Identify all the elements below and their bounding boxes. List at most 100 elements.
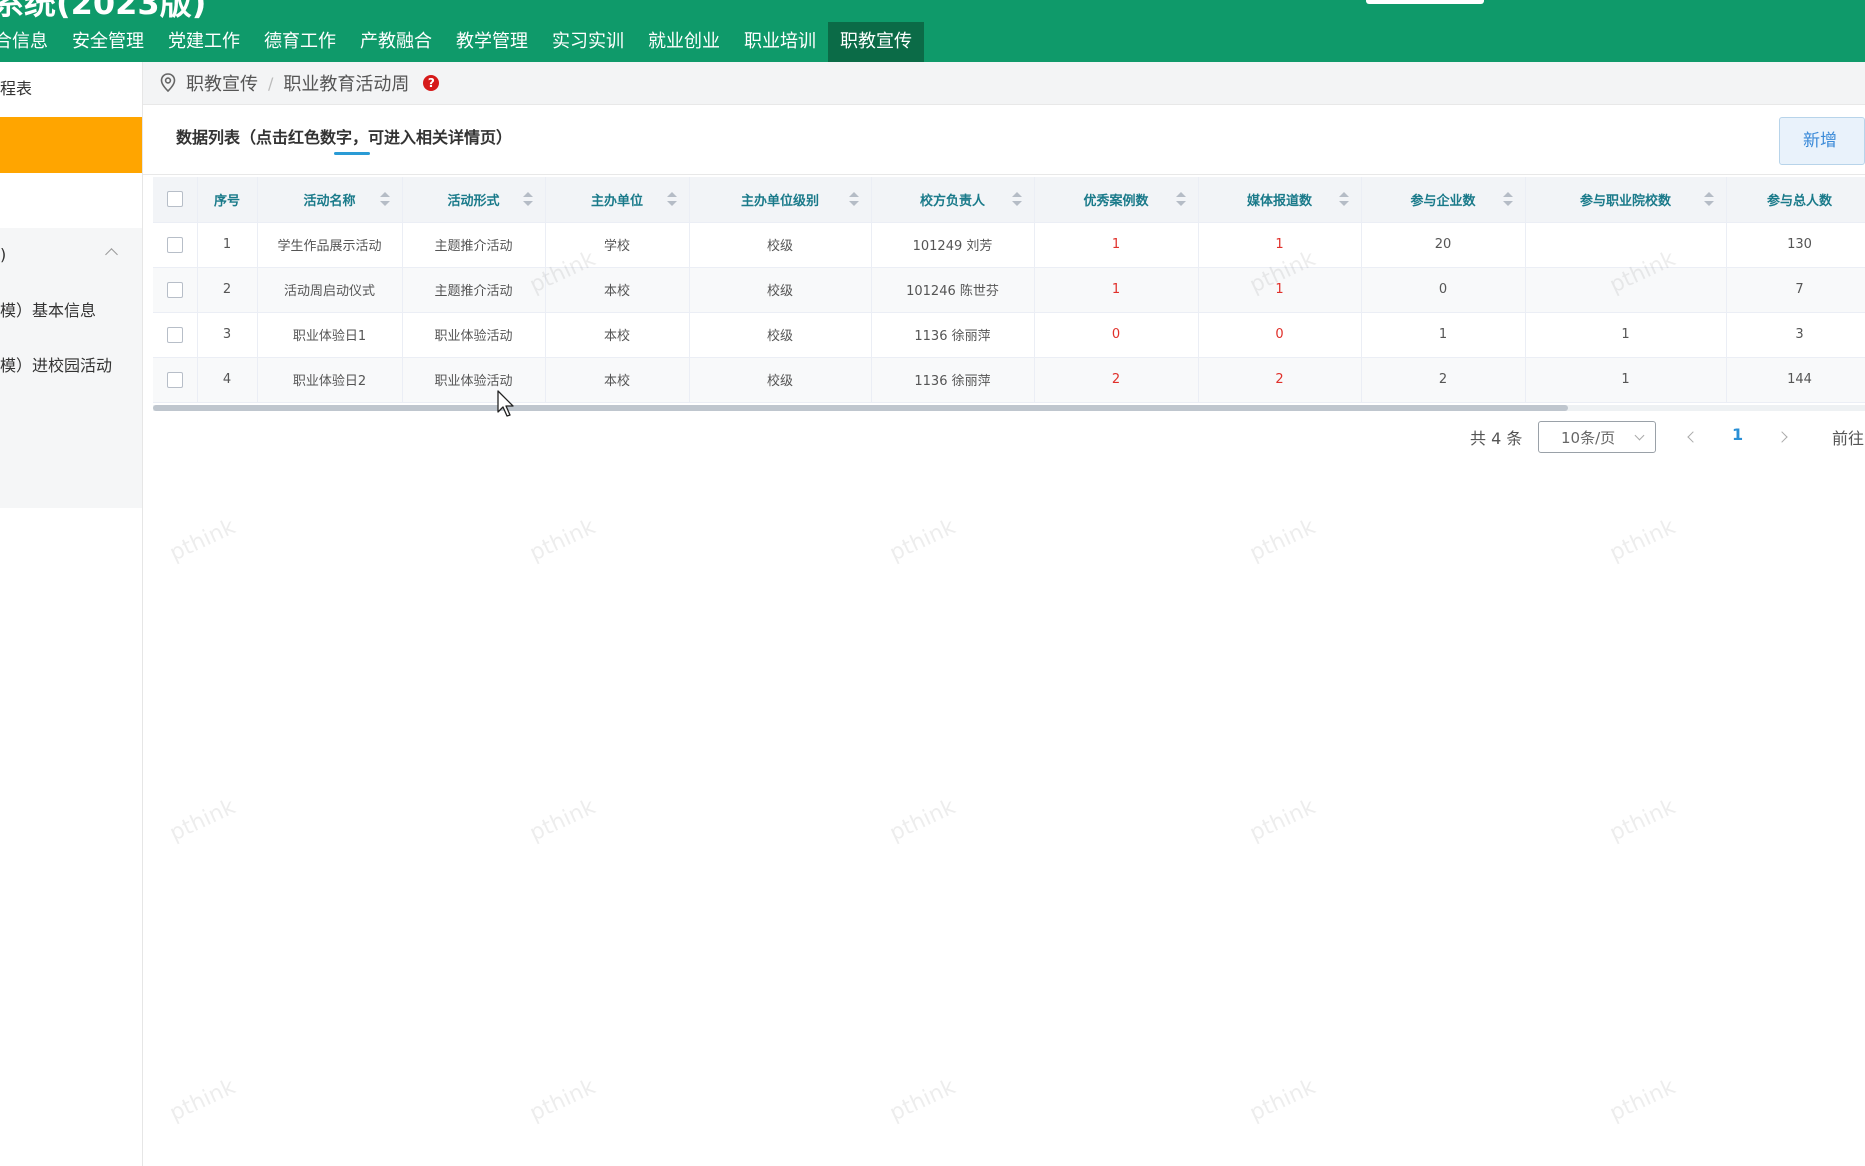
sort-icon[interactable] xyxy=(1011,192,1022,207)
column-header-schools[interactable]: 参与职业院校数 xyxy=(1525,177,1727,223)
sort-icon[interactable] xyxy=(666,192,677,207)
sort-icon[interactable] xyxy=(1175,192,1186,207)
cell-name: 活动周启动仪式 xyxy=(257,267,403,313)
table-row: 2 活动周启动仪式 主题推介活动 本校 校级 101246 陈世芬 1 1 0 … xyxy=(153,267,1865,313)
nav-item-industry[interactable]: 产教融合 xyxy=(348,22,444,62)
column-header-total[interactable]: 参与总人数 xyxy=(1726,177,1865,223)
cell-name: 学生作品展示活动 xyxy=(257,222,403,268)
cell-leader: 101246 陈世芬 xyxy=(871,267,1035,313)
cell-schools: 1 xyxy=(1525,357,1727,403)
column-header-media[interactable]: 媒体报道数 xyxy=(1198,177,1362,223)
breadcrumb-item-activity-week: 职业教育活动周 xyxy=(283,74,410,95)
sidebar: 程表 ) 模）基本信息 模）进校园活动 xyxy=(0,62,143,1166)
row-select[interactable] xyxy=(153,357,198,403)
location-pin-icon xyxy=(160,73,176,93)
row-select[interactable] xyxy=(153,312,198,358)
sort-icon[interactable] xyxy=(379,192,390,207)
cell-form: 主题推介活动 xyxy=(402,267,546,313)
main-nav: 合信息 安全管理 党建工作 德育工作 产教融合 教学管理 实习实训 就业创业 职… xyxy=(0,22,924,62)
row-checkbox[interactable] xyxy=(166,326,183,343)
cell-schools: 1 xyxy=(1525,312,1727,358)
header-select-all[interactable] xyxy=(153,177,198,223)
breadcrumb-item-promotion[interactable]: 职教宣传 xyxy=(186,70,258,96)
cell-media-link[interactable]: 2 xyxy=(1198,357,1362,403)
horizontal-scrollbar-thumb[interactable] xyxy=(153,405,1568,411)
column-header-no: 序号 xyxy=(197,177,258,223)
nav-item-integrated-info[interactable]: 合信息 xyxy=(0,22,60,62)
select-all-checkbox[interactable] xyxy=(166,191,183,208)
cell-cases-link[interactable]: 1 xyxy=(1034,222,1199,268)
watermark: pthink xyxy=(1245,794,1320,847)
data-table: 序号 活动名称 活动形式 主办单位 主办单位级别 校方负责人 优秀案例数 媒体报… xyxy=(153,177,1865,403)
column-header-label: 主办单位级别 xyxy=(740,193,819,209)
row-checkbox[interactable] xyxy=(166,371,183,388)
nav-item-training[interactable]: 职业培训 xyxy=(732,22,828,62)
cell-cases-link[interactable]: 2 xyxy=(1034,357,1199,403)
sort-icon[interactable] xyxy=(1703,192,1714,207)
column-header-leader[interactable]: 校方负责人 xyxy=(871,177,1035,223)
help-icon[interactable]: ? xyxy=(423,75,440,91)
row-select[interactable] xyxy=(153,222,198,268)
sidebar-item-basic-info[interactable]: 模）基本信息 xyxy=(0,284,142,338)
cell-media-link[interactable]: 0 xyxy=(1198,312,1362,358)
cell-companies: 20 xyxy=(1361,222,1526,268)
cell-no: 1 xyxy=(197,222,258,268)
table-row: 3 职业体验日1 职业体验活动 本校 校级 1136 徐丽萍 0 0 1 1 3 xyxy=(153,312,1865,358)
column-header-name[interactable]: 活动名称 xyxy=(257,177,403,223)
prev-page-button[interactable] xyxy=(1680,425,1704,449)
cell-leader: 1136 徐丽萍 xyxy=(871,357,1035,403)
column-header-label: 参与企业数 xyxy=(1410,193,1476,209)
page-number-current[interactable]: 1 xyxy=(1732,425,1743,444)
nav-item-party[interactable]: 党建工作 xyxy=(156,22,252,62)
watermark: pthink xyxy=(165,514,240,567)
cell-companies: 0 xyxy=(1361,267,1526,313)
column-header-host[interactable]: 主办单位 xyxy=(545,177,690,223)
column-header-label: 活动名称 xyxy=(303,193,356,209)
card-title: 数据列表（点击红色数字，可进入相关详情页） xyxy=(176,128,513,147)
column-header-level[interactable]: 主办单位级别 xyxy=(689,177,872,223)
cell-media-link[interactable]: 1 xyxy=(1198,222,1362,268)
header-user-box[interactable] xyxy=(1366,0,1484,4)
add-button[interactable]: 新增 xyxy=(1779,117,1865,165)
sidebar-item-campus-activity[interactable]: 模）进校园活动 xyxy=(0,339,142,393)
column-header-label: 参与总人数 xyxy=(1766,193,1832,209)
watermark: pthink xyxy=(165,794,240,847)
nav-item-internship[interactable]: 实习实训 xyxy=(540,22,636,62)
watermark: pthink xyxy=(1245,1074,1320,1127)
row-checkbox[interactable] xyxy=(166,281,183,298)
sidebar-item-active[interactable] xyxy=(0,117,142,173)
nav-item-employment[interactable]: 就业创业 xyxy=(636,22,732,62)
column-header-label: 活动形式 xyxy=(447,193,500,209)
sort-icon[interactable] xyxy=(848,192,859,207)
watermark: pthink xyxy=(1605,794,1680,847)
page-size-select[interactable]: 10条/页 xyxy=(1538,421,1656,453)
sort-icon[interactable] xyxy=(1502,192,1513,207)
cell-cases-link[interactable]: 0 xyxy=(1034,312,1199,358)
column-header-cases[interactable]: 优秀案例数 xyxy=(1034,177,1199,223)
cell-cases-link[interactable]: 1 xyxy=(1034,267,1199,313)
cell-host: 学校 xyxy=(545,222,690,268)
row-checkbox[interactable] xyxy=(166,236,183,253)
column-header-label: 媒体报道数 xyxy=(1246,193,1312,209)
column-header-companies[interactable]: 参与企业数 xyxy=(1361,177,1526,223)
next-page-button[interactable] xyxy=(1772,425,1796,449)
sidebar-item-schedule[interactable]: 程表 xyxy=(0,62,142,116)
cell-no: 3 xyxy=(197,312,258,358)
cell-total: 3 xyxy=(1726,312,1865,358)
nav-item-teaching[interactable]: 教学管理 xyxy=(444,22,540,62)
cell-media-link[interactable]: 1 xyxy=(1198,267,1362,313)
sort-icon[interactable] xyxy=(1338,192,1349,207)
row-select[interactable] xyxy=(153,267,198,313)
cell-host: 本校 xyxy=(545,357,690,403)
sidebar-group-header[interactable]: ) xyxy=(0,228,142,282)
column-header-label: 主办单位 xyxy=(590,193,643,209)
nav-item-safety[interactable]: 安全管理 xyxy=(60,22,156,62)
title-underline xyxy=(334,152,370,155)
column-header-form[interactable]: 活动形式 xyxy=(402,177,546,223)
watermark: pthink xyxy=(1605,1074,1680,1127)
sort-icon[interactable] xyxy=(522,192,533,207)
nav-item-moral[interactable]: 德育工作 xyxy=(252,22,348,62)
column-header-label: 校方负责人 xyxy=(919,193,985,209)
chevron-up-icon xyxy=(105,248,118,261)
nav-item-promotion[interactable]: 职教宣传 xyxy=(828,22,924,62)
